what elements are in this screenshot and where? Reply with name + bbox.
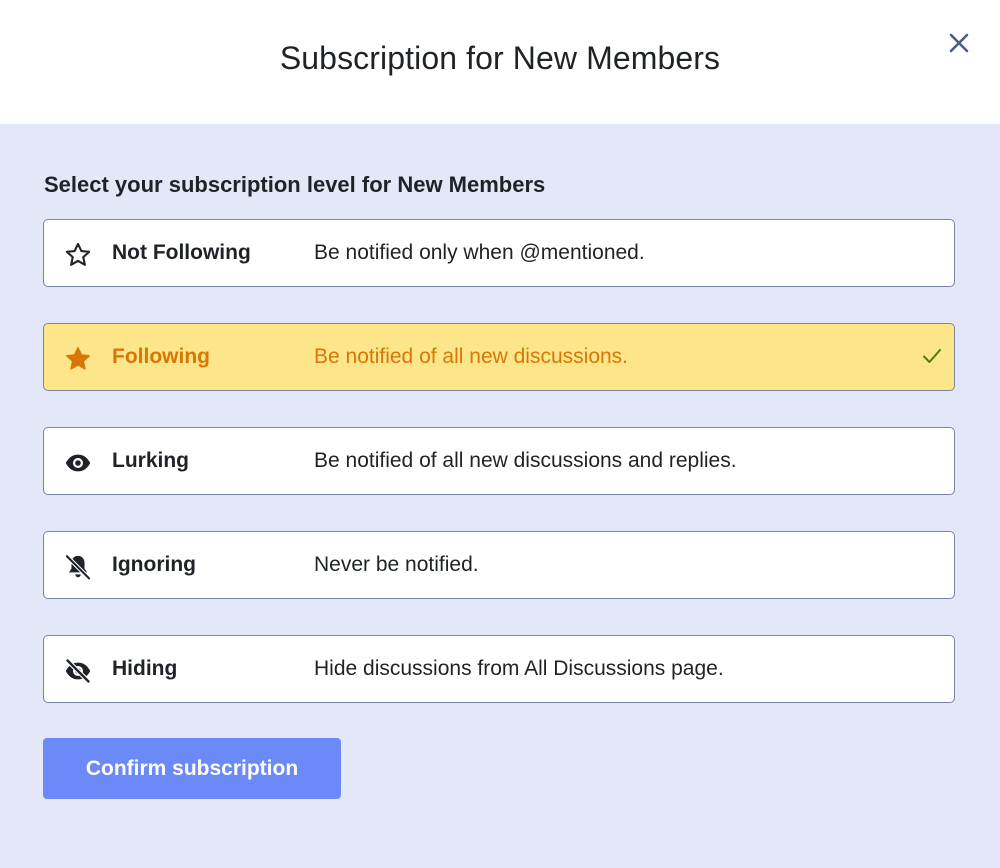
option-not-following[interactable]: Not Following Be notified only when @men… [43, 219, 955, 287]
modal-header: Subscription for New Members [0, 0, 1000, 124]
option-description: Be notified of all new discussions and r… [314, 449, 737, 472]
option-description: Be notified only when @mentioned. [314, 241, 645, 264]
section-title: Select your subscription level for New M… [44, 172, 546, 197]
option-name: Not Following [112, 241, 251, 264]
option-name: Hiding [112, 657, 178, 680]
star-outline-icon [64, 241, 92, 269]
close-button[interactable] [944, 28, 974, 58]
option-description: Hide discussions from All Discussions pa… [314, 657, 724, 680]
modal-body: Select your subscription level for New M… [0, 124, 1000, 868]
option-description: Never be notified. [314, 553, 479, 576]
option-name: Lurking [112, 449, 189, 472]
option-following[interactable]: Following Be notified of all new discuss… [43, 323, 955, 391]
option-description: Be notified of all new discussions. [314, 345, 629, 368]
option-ignoring[interactable]: Ignoring Never be notified. [43, 531, 955, 599]
star-filled-icon [64, 345, 92, 373]
subscription-modal: Subscription for New Members Select your… [0, 0, 1000, 868]
modal-title: Subscription for New Members [279, 40, 721, 76]
bell-off-icon [64, 553, 92, 581]
confirm-subscription-button[interactable]: Confirm subscription [43, 738, 341, 799]
eye-off-icon [64, 657, 92, 685]
option-name: Ignoring [112, 553, 196, 576]
option-name: Following [112, 345, 210, 368]
option-lurking[interactable]: Lurking Be notified of all new discussio… [43, 427, 955, 495]
option-hiding[interactable]: Hiding Hide discussions from All Discuss… [43, 635, 955, 703]
eye-icon [64, 449, 92, 477]
close-icon [949, 33, 969, 53]
subscription-options: Not Following Be notified only when @men… [43, 219, 955, 739]
checkmark-icon [923, 349, 941, 363]
